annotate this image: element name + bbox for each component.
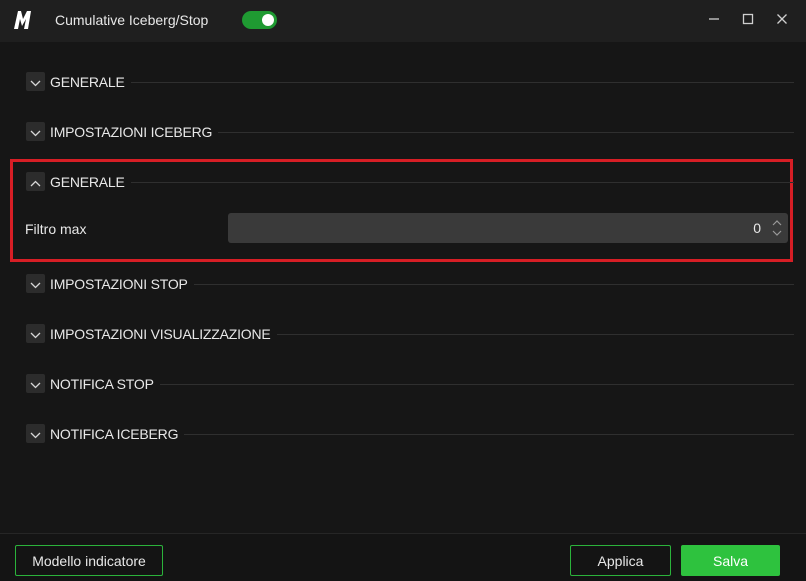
section-title[interactable]: IMPOSTAZIONI ICEBERG xyxy=(50,124,219,140)
apply-button[interactable]: Applica xyxy=(570,545,671,576)
maximize-button[interactable] xyxy=(735,8,761,32)
section-toggle-button[interactable] xyxy=(26,122,45,141)
filtro-max-value[interactable]: 0 xyxy=(753,220,761,236)
spinner-arrows-icon[interactable] xyxy=(771,218,783,238)
enable-toggle[interactable] xyxy=(242,11,277,29)
toggle-knob xyxy=(262,14,274,26)
chevron-down-icon xyxy=(30,326,41,342)
close-icon xyxy=(776,12,788,28)
section-toggle-button[interactable] xyxy=(26,324,45,343)
section-divider xyxy=(50,384,794,385)
section-toggle-button[interactable] xyxy=(26,274,45,293)
section-generale: GENERALE xyxy=(26,71,794,93)
title-bar: Cumulative Iceberg/Stop xyxy=(0,0,806,42)
section-title[interactable]: IMPOSTAZIONI STOP xyxy=(50,276,194,292)
section-toggle-button[interactable] xyxy=(26,172,45,191)
section-impostazioni-visualizzazione: IMPOSTAZIONI VISUALIZZAZIONE xyxy=(26,323,794,345)
minimize-button[interactable] xyxy=(701,8,727,32)
chevron-down-icon xyxy=(30,376,41,392)
close-button[interactable] xyxy=(769,8,795,32)
maximize-icon xyxy=(742,12,754,28)
minimize-icon xyxy=(708,12,720,28)
section-toggle-button[interactable] xyxy=(26,72,45,91)
footer-bar: Modello indicatore Applica Salva xyxy=(0,534,806,581)
chevron-down-icon xyxy=(30,276,41,292)
section-notifica-stop: NOTIFICA STOP xyxy=(26,373,794,395)
section-generale-expanded: GENERALE xyxy=(26,171,794,193)
section-notifica-iceberg: NOTIFICA ICEBERG xyxy=(26,423,794,445)
chevron-down-icon xyxy=(30,124,41,140)
section-title[interactable]: GENERALE xyxy=(50,174,131,190)
filtro-max-input[interactable]: 0 xyxy=(228,213,788,243)
chevron-up-icon xyxy=(30,174,41,190)
section-toggle-button[interactable] xyxy=(26,374,45,393)
section-title[interactable]: NOTIFICA STOP xyxy=(50,376,160,392)
chevron-down-icon xyxy=(30,426,41,442)
save-button[interactable]: Salva xyxy=(681,545,780,576)
section-divider xyxy=(50,182,794,183)
section-title[interactable]: GENERALE xyxy=(50,74,131,90)
template-button[interactable]: Modello indicatore xyxy=(15,545,163,576)
chevron-down-icon xyxy=(30,74,41,90)
window-title: Cumulative Iceberg/Stop xyxy=(55,12,209,28)
section-divider xyxy=(50,82,794,83)
m-logo-icon xyxy=(11,8,35,32)
section-toggle-button[interactable] xyxy=(26,424,45,443)
filtro-max-label: Filtro max xyxy=(25,221,87,237)
section-title[interactable]: NOTIFICA ICEBERG xyxy=(50,426,185,442)
section-title[interactable]: IMPOSTAZIONI VISUALIZZAZIONE xyxy=(50,326,277,342)
section-impostazioni-iceberg: IMPOSTAZIONI ICEBERG xyxy=(26,121,794,143)
section-impostazioni-stop: IMPOSTAZIONI STOP xyxy=(26,273,794,295)
